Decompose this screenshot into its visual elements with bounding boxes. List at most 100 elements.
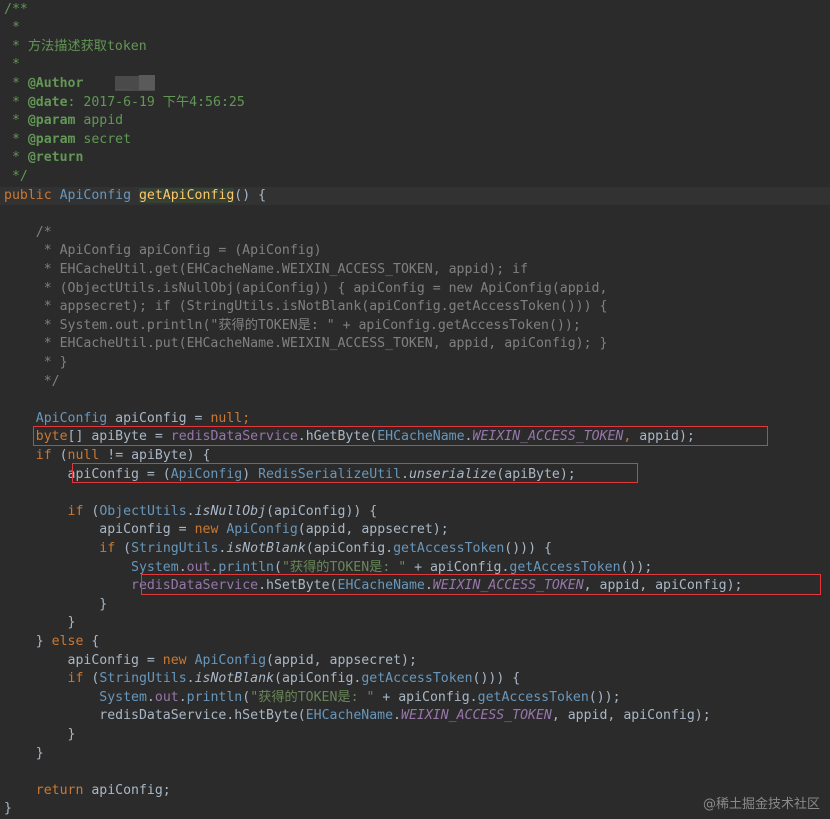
code-line[interactable]: apiConfig = (ApiConfig) RedisSerializeUt… <box>0 466 830 485</box>
code-line[interactable]: * @param appid <box>0 112 830 131</box>
code-token: return <box>35 782 92 798</box>
code-token: ) <box>242 466 259 482</box>
code-token: getAccessToken <box>361 671 473 687</box>
code-line[interactable]: } <box>0 726 830 745</box>
watermark: @稀土掘金技术社区 <box>702 797 820 812</box>
code-line[interactable]: byte[] apiByte = redisDataService.hGetBy… <box>0 428 830 447</box>
code-line[interactable]: * 方法描述获取token <box>0 38 830 57</box>
code-token: . <box>178 689 187 705</box>
code-token: redisDataService <box>131 578 259 594</box>
code-line[interactable]: * <box>0 56 830 75</box>
code-token: (apiByte); <box>496 466 576 482</box>
code-token: isNullObj <box>194 503 267 519</box>
code-line[interactable]: if (StringUtils.isNotBlank(apiConfig.get… <box>0 540 830 559</box>
code-token: appid); <box>639 429 695 445</box>
code-line[interactable]: * EHCacheUtil.put(EHCacheName.WEIXIN_ACC… <box>0 335 830 354</box>
code-token: else <box>51 633 92 649</box>
code-line[interactable]: * } <box>0 354 830 373</box>
code-line[interactable]: } <box>0 614 830 633</box>
code-line[interactable]: * @return <box>0 149 830 168</box>
code-line[interactable]: redisDataService.hSetByte(EHCacheName.WE… <box>0 707 830 726</box>
code-line[interactable] <box>0 205 830 224</box>
code-line[interactable] <box>0 484 830 503</box>
code-token: public <box>4 187 60 203</box>
code-line[interactable]: /* <box>0 224 830 243</box>
code-token: StringUtils <box>131 540 219 556</box>
code-line[interactable]: * @Author __ ██ <box>0 75 830 94</box>
code-token: (appid, appsecret); <box>266 652 417 668</box>
code-line[interactable]: */ <box>0 168 830 187</box>
code-line[interactable]: * <box>0 19 830 38</box>
code-token: EHCacheName <box>377 429 465 445</box>
code-line[interactable]: * @date: 2017-6-19 下午4:56:25 <box>0 94 830 113</box>
code-token: { <box>91 633 100 649</box>
code-token: . <box>464 429 473 445</box>
code-token: * EHCacheUtil.get(EHCacheName.WEIXIN_ACC… <box>4 261 529 277</box>
code-line[interactable]: * appsecret); if (StringUtils.isNotBlank… <box>0 298 830 317</box>
code-token: new <box>162 652 195 668</box>
code-token: isNotBlank <box>226 540 306 556</box>
code-token: EHCacheName <box>337 578 425 594</box>
code-line[interactable]: apiConfig = new ApiConfig(appid, appsecr… <box>0 652 830 671</box>
code-token: "获得的TOKEN是: " <box>281 559 407 575</box>
code-token: ()); <box>588 689 621 705</box>
code-line[interactable]: * @param secret <box>0 131 830 150</box>
code-token: System <box>131 559 179 575</box>
code-token: ObjectUtils <box>99 503 187 519</box>
code-line[interactable] <box>0 763 830 782</box>
code-token: , <box>623 429 640 445</box>
code-line[interactable]: ApiConfig apiConfig = null; <box>0 410 830 429</box>
code-token: (apiConfig. <box>274 671 362 687</box>
code-line[interactable]: * System.out.println("获得的TOKEN是: " + api… <box>0 317 830 336</box>
code-token: @date <box>27 94 68 110</box>
code-line[interactable]: */ <box>0 373 830 392</box>
code-token: */ <box>4 168 28 184</box>
code-line[interactable]: redisDataService.hSetByte(EHCacheName.WE… <box>0 577 830 596</box>
code-line[interactable] <box>0 391 830 410</box>
code-line[interactable]: * EHCacheUtil.get(EHCacheName.WEIXIN_ACC… <box>0 261 830 280</box>
code-token: getAccessToken <box>393 540 505 556</box>
code-line[interactable]: * (ObjectUtils.isNullObj(apiConfig)) { a… <box>0 280 830 299</box>
code-token: apiConfig = <box>4 522 195 538</box>
code-token: * <box>4 75 28 91</box>
code-token: @return <box>27 150 84 166</box>
code-line[interactable]: if (null != apiByte) { <box>0 447 830 466</box>
code-token: ApiConfig <box>59 187 139 203</box>
code-token: EHCacheName <box>305 708 394 724</box>
code-line[interactable]: /** <box>0 1 830 20</box>
code-token: apiConfig = ( <box>4 466 171 482</box>
code-token: } <box>4 726 76 742</box>
code-token: * 方法描述获取token <box>4 38 147 54</box>
code-line[interactable]: * ApiConfig apiConfig = (ApiConfig) <box>0 242 830 261</box>
code-token: * ApiConfig apiConfig = (ApiConfig) <box>4 243 322 259</box>
code-line[interactable]: System.out.println("获得的TOKEN是: " + apiCo… <box>0 559 830 578</box>
code-token: RedisSerializeUtil <box>258 466 402 482</box>
code-token: out <box>154 689 179 705</box>
code-token: . <box>401 466 409 482</box>
code-line[interactable]: } <box>0 745 830 764</box>
code-token: ApiConfig <box>4 410 116 426</box>
code-line[interactable]: } else { <box>0 633 830 652</box>
code-token: __ ██ <box>115 75 155 91</box>
code-token: . <box>186 671 195 687</box>
code-line[interactable]: if (StringUtils.isNotBlank(apiConfig.get… <box>0 670 830 689</box>
code-token: null <box>67 447 108 463</box>
code-token: if <box>67 503 92 519</box>
code-line[interactable]: } <box>0 596 830 615</box>
code-token: . <box>393 708 401 724</box>
code-line[interactable]: if (ObjectUtils.isNullObj(apiConfig)) { <box>0 503 830 522</box>
code-token: /** <box>4 1 28 17</box>
code-token: * <box>4 57 20 73</box>
code-token: "获得的TOKEN是: " <box>250 689 375 705</box>
code-line[interactable]: public ApiConfig getApiConfig() { <box>0 186 830 206</box>
code-line[interactable]: System.out.println("获得的TOKEN是: " + apiCo… <box>0 689 830 708</box>
code-line[interactable]: apiConfig = new ApiConfig(appid, appsecr… <box>0 521 830 540</box>
code-token: * } <box>4 354 68 370</box>
code-token: ()); <box>620 559 653 575</box>
code-editor[interactable]: /** * * 方法描述获取token * * @Author __ ██ * … <box>0 0 830 818</box>
code-token: * <box>4 94 28 110</box>
code-token: out <box>186 559 211 575</box>
